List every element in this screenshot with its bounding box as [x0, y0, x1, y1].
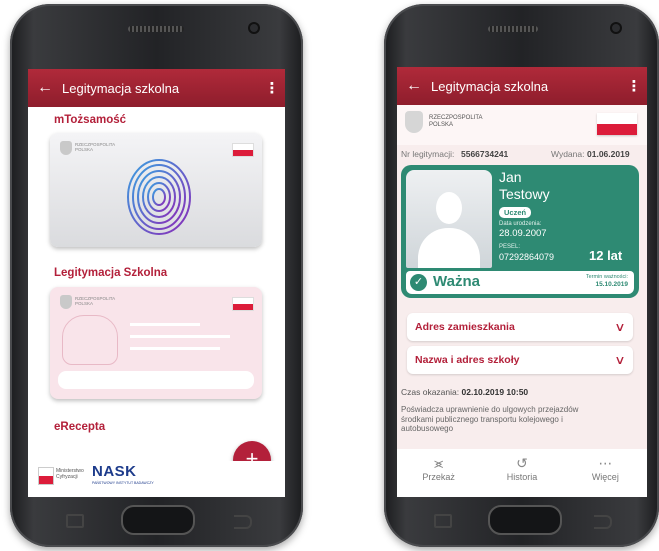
document-header: RZECZPOSPOLITA POLSKA: [397, 105, 647, 145]
description-text: Poświadcza uprawnienie do ulgowych przej…: [401, 405, 579, 433]
recent-apps-key[interactable]: [434, 514, 452, 528]
app-bar: ← Legitymacja szkolna ⋮: [397, 67, 647, 105]
chevron-down-icon: ∨: [614, 353, 626, 367]
mtozsamosc-card[interactable]: RZECZPOSPOLITA POLSKA: [50, 133, 262, 247]
dob-value: 28.09.2007: [499, 228, 547, 239]
nav-label: Historia: [506, 472, 538, 482]
card-issuer: RZECZPOSPOLITA POLSKA: [75, 296, 115, 306]
accordion-address[interactable]: Adres zamieszkania ∨: [407, 313, 633, 341]
validity-bar: ✓ Ważna Termin ważności: 15.10.2019: [406, 271, 634, 294]
nav-label: Więcej: [591, 472, 619, 482]
pesel-label: PESEL:: [499, 244, 521, 250]
back-key[interactable]: [594, 515, 612, 529]
arrow-left-icon[interactable]: ←: [397, 77, 431, 95]
eagle-emblem-icon: [60, 141, 72, 155]
avatar-body: [418, 228, 480, 268]
polish-flag-icon: [597, 113, 637, 135]
student-id-card: Jan Testowy Uczeń Data urodzenia: 28.09.…: [401, 165, 639, 298]
legitymacja-card[interactable]: RZECZPOSPOLITA POLSKA: [50, 287, 262, 399]
check-circle-icon: ✓: [410, 274, 427, 291]
back-key[interactable]: [234, 515, 252, 529]
front-camera: [612, 24, 620, 32]
issued-value: 01.06.2019: [587, 149, 630, 159]
accordion-label: Nazwa i adres szkoły: [415, 354, 520, 366]
nav-history[interactable]: ↺ Historia: [480, 449, 563, 497]
validity-label: Termin ważności:: [585, 274, 628, 280]
first-name: Jan: [499, 169, 522, 185]
right-phone: ← Legitymacja szkolna ⋮ RZECZPOSPOLITA P…: [384, 4, 659, 547]
pesel-value: 07292864079: [499, 252, 555, 262]
app-title: Legitymacja szkolna: [62, 80, 180, 96]
status-text: Ważna: [433, 273, 480, 290]
issued-label: Wydana:: [551, 149, 585, 159]
avatar-outline-icon: [62, 315, 118, 365]
ministry-name: Ministerstwo Cyfryzacji: [56, 468, 84, 480]
section-title-mtozsamosc: mTożsamość: [54, 114, 127, 126]
placeholder-line: [130, 347, 220, 350]
accordion-label: Adres zamieszkania: [415, 321, 515, 333]
card-issuer: RZECZPOSPOLITA POLSKA: [75, 142, 115, 152]
nask-subtitle: PAŃSTWOWY INSTYTUT BADAWCZY: [92, 481, 154, 485]
history-icon: ↺: [516, 455, 528, 471]
placeholder-line: [130, 323, 200, 326]
shown-time: Czas okazania: 02.10.2019 10:50: [401, 387, 528, 397]
more-vert-icon[interactable]: ⋮: [621, 77, 647, 95]
issuer-line1: RZECZPOSPOLITA: [429, 115, 483, 121]
placeholder-line: [130, 335, 230, 338]
shown-label: Czas okazania:: [401, 387, 460, 397]
eagle-emblem-icon: [60, 295, 72, 309]
nr-value: 5566734241: [461, 149, 509, 159]
earpiece-speaker: [128, 26, 184, 32]
chevron-down-icon: ∨: [614, 320, 626, 334]
front-camera: [250, 24, 258, 32]
recent-apps-key[interactable]: [66, 514, 84, 528]
issuer-line2: POLSKA: [75, 147, 94, 152]
fingerprint-icon: [127, 159, 191, 235]
app-title: Legitymacja szkolna: [431, 78, 549, 94]
footer-logos: Ministerstwo Cyfryzacji NASK PAŃSTWOWY I…: [28, 461, 285, 497]
home-button[interactable]: [121, 505, 195, 535]
nask-logo: NASK: [92, 463, 137, 480]
validity-value: 15.10.2019: [595, 281, 628, 288]
issuer-line2: POLSKA: [429, 122, 454, 128]
nav-label: Przekaż: [422, 472, 455, 482]
left-screen: ← Legitymacja szkolna ⋮ mTożsamość RZECZ…: [28, 69, 285, 497]
bottom-navigation: ⪤ Przekaż ↺ Historia ⋯ Więcej: [397, 449, 647, 497]
status-placeholder-bar: [58, 371, 254, 389]
more-vert-icon[interactable]: ⋮: [259, 79, 285, 97]
age-value: 12 lat: [589, 248, 623, 263]
accordion-school[interactable]: Nazwa i adres szkoły ∨: [407, 346, 633, 374]
ministry-line2: Cyfryzacji: [56, 474, 78, 480]
earpiece-speaker: [488, 26, 538, 32]
role-badge: Uczeń: [499, 207, 532, 218]
nav-more[interactable]: ⋯ Więcej: [564, 449, 647, 497]
last-name: Testowy: [499, 186, 550, 202]
issuer-line2: POLSKA: [75, 301, 94, 306]
polish-flag-icon: [232, 297, 254, 311]
home-button[interactable]: [488, 505, 562, 535]
polish-flag-icon: [232, 143, 254, 157]
nr-label: Nr legitymacji:: [401, 149, 455, 159]
share-icon: ⪤: [434, 455, 444, 471]
issuer-text: RZECZPOSPOLITA POLSKA: [429, 115, 483, 129]
eagle-emblem-icon: [405, 111, 423, 133]
left-phone: ← Legitymacja szkolna ⋮ mTożsamość RZECZ…: [10, 4, 303, 547]
photo-placeholder: [406, 170, 492, 268]
ministry-logo-icon: [38, 467, 54, 485]
dob-label: Data urodzenia:: [499, 221, 542, 227]
avatar-head: [436, 192, 462, 224]
section-title-erecepta: eRecepta: [54, 421, 106, 433]
more-horiz-icon: ⋯: [598, 455, 613, 471]
shown-value: 02.10.2019 10:50: [461, 387, 529, 397]
arrow-left-icon[interactable]: ←: [28, 79, 62, 97]
right-screen: ← Legitymacja szkolna ⋮ RZECZPOSPOLITA P…: [397, 67, 647, 497]
section-title-legitymacja: Legitymacja Szkolna: [54, 267, 168, 279]
nav-share[interactable]: ⪤ Przekaż: [397, 449, 480, 497]
app-bar: ← Legitymacja szkolna ⋮: [28, 69, 285, 107]
